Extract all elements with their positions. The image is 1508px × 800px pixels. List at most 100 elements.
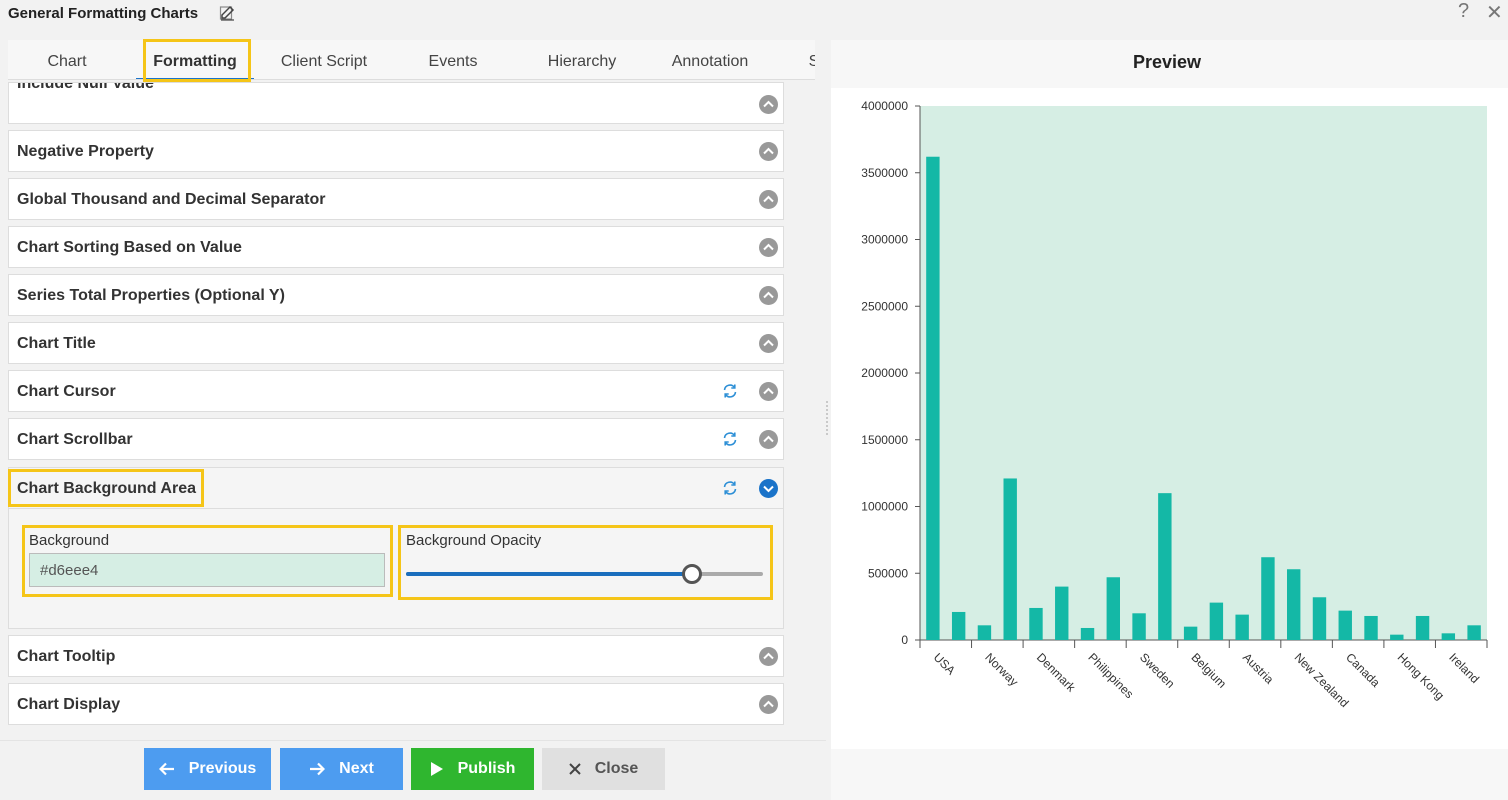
tab-client-script[interactable]: Client Script [264,40,384,79]
accordion-label: Chart Scrollbar [17,431,133,448]
accordion-global-separator[interactable]: Global Thousand and Decimal Separator [8,178,784,220]
accordion-label: Negative Property [17,143,154,160]
close-label: Close [594,760,639,777]
tab-annotation[interactable]: Annotation [649,40,771,79]
x-tick-label: Canada [1343,650,1383,690]
y-tick-label: 1500000 [861,433,908,447]
bar [1055,586,1069,640]
opacity-slider-fill [406,572,692,576]
chevron-up-icon[interactable] [759,647,778,666]
x-tick-label: Sweden [1137,650,1178,691]
help-icon[interactable]: ? [1458,0,1469,23]
tab-bar: Chart Formatting Client Script Events Hi… [8,40,815,80]
play-icon [430,762,443,776]
chevron-up-icon[interactable] [759,695,778,714]
bar [1364,615,1378,640]
bar [1132,613,1146,640]
opacity-slider-thumb[interactable] [681,564,702,584]
accordion-label: Global Thousand and Decimal Separator [17,191,326,208]
accordion-chart-scrollbar[interactable]: Chart Scrollbar [8,418,784,460]
next-button[interactable]: Next [280,748,403,790]
publish-button[interactable]: Publish [411,748,534,790]
bar [1312,597,1327,640]
bar [1441,633,1456,640]
accordion-label: Chart Tooltip [17,648,116,665]
chevron-up-icon[interactable] [759,142,778,161]
x-tick-label: Philippines [1085,650,1136,701]
bar [1209,602,1224,640]
window-title: General Formatting Charts [8,5,199,22]
y-tick-label: 3500000 [861,166,908,180]
panel-splitter-handle[interactable] [825,400,829,436]
opacity-label: Background Opacity [406,532,542,549]
next-label: Next [339,760,374,777]
chevron-up-icon[interactable] [759,334,778,353]
accordion-series-total[interactable]: Series Total Properties (Optional Y) [8,274,784,316]
x-tick-label: Belgium [1188,650,1229,691]
chevron-up-icon[interactable] [759,238,778,257]
refresh-icon[interactable] [721,382,739,400]
accordion-label: Chart Display [17,696,121,713]
edit-icon[interactable] [219,4,237,22]
x-tick-label: New Zealand [1292,650,1352,710]
previous-button[interactable]: Previous [144,748,271,790]
highlight-formatting-tab [143,39,251,82]
accordion-label: Include Null Value [17,82,154,92]
preview-chart-container: 0 500000 1000000 1500000 2000000 2500000 30000… [831,88,1508,749]
x-tick-label: Ireland [1446,650,1482,686]
accordion-label: Series Total Properties (Optional Y) [17,287,285,304]
bar [1467,625,1481,640]
accordion-chart-sorting[interactable]: Chart Sorting Based on Value [8,226,784,268]
accordion-chart-cursor[interactable]: Chart Cursor [8,370,784,412]
chevron-down-icon[interactable] [759,479,778,498]
bar [1415,615,1430,640]
publish-label: Publish [457,760,516,777]
tab-hierarchy[interactable]: Hierarchy [521,40,643,79]
tab-more[interactable]: S [804,40,815,79]
close-icon[interactable]: ✕ [1486,0,1503,25]
bar [951,611,966,640]
y-tick-label: 3000000 [861,233,908,247]
x-tick-label: Hong Kong [1395,650,1447,702]
bar [1235,614,1249,640]
tab-events[interactable]: Events [392,40,514,79]
previous-label: Previous [188,760,257,777]
x-tick-label: Norway [982,650,1021,689]
highlight-background-area-title [8,469,204,507]
refresh-icon[interactable] [721,479,739,497]
bar [1261,557,1275,640]
accordion-chart-tooltip[interactable]: Chart Tooltip [8,635,784,677]
accordion-include-null-value[interactable]: Include Null Value [8,82,784,124]
arrow-right-icon [310,762,326,776]
chevron-up-icon[interactable] [759,95,778,114]
bar [977,625,992,640]
background-color-input[interactable] [29,553,385,587]
opacity-slider-track[interactable] [406,572,763,576]
arrow-left-icon [158,762,174,776]
background-label: Background [29,532,110,549]
title-bar: General Formatting Charts ? ✕ [0,0,1508,30]
accordion-label: Chart Title [17,335,96,352]
bar [1029,607,1043,640]
chevron-up-icon[interactable] [759,382,778,401]
chevron-up-icon[interactable] [759,430,778,449]
y-tick-label: 1000000 [861,500,908,514]
refresh-icon[interactable] [721,430,739,448]
bar [1183,626,1198,640]
y-tick-label: 4000000 [861,99,908,113]
chevron-up-icon[interactable] [759,286,778,305]
accordion-chart-title[interactable]: Chart Title [8,322,784,364]
chevron-up-icon[interactable] [759,190,778,209]
bar [1158,493,1172,640]
accordion-chart-display[interactable]: Chart Display [8,683,784,725]
x-tick-label: USA [931,650,958,677]
accordion-negative-property[interactable]: Negative Property [8,130,784,172]
accordion-label: Chart Cursor [17,383,116,400]
bar [1287,569,1301,640]
tab-chart[interactable]: Chart [8,40,126,79]
y-tick-label: 0 [901,633,908,647]
bar [1390,634,1404,640]
y-tick-label: 500000 [868,566,908,580]
x-tick-label: Denmark [1034,650,1079,695]
close-button[interactable]: Close [542,748,665,790]
